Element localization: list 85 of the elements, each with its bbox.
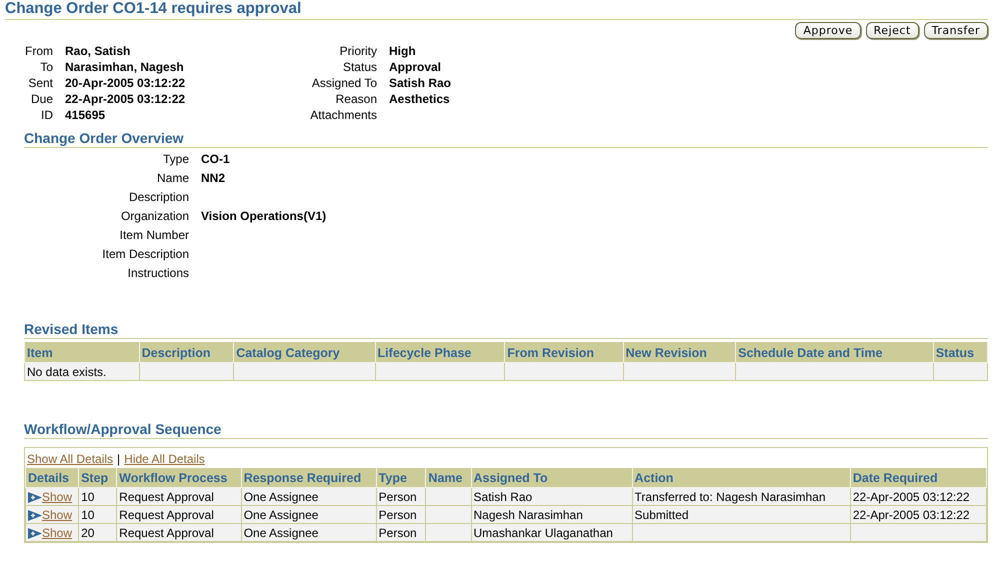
field-label: Item Number xyxy=(118,227,189,244)
table-cell: Person xyxy=(376,488,426,506)
field-value: 22-Apr-2005 03:12:22 xyxy=(65,91,186,107)
field-label: Item Description xyxy=(101,246,189,263)
expand-arrow-icon[interactable] xyxy=(28,510,42,521)
field-value: Rao, Satish xyxy=(65,43,132,59)
field-label: Priority xyxy=(338,43,377,59)
field-value: Satish Rao xyxy=(389,75,452,91)
empty-message: No data exists. xyxy=(24,362,140,380)
table-cell: 22-Apr-2005 03:12:22 xyxy=(850,506,986,524)
column-header: Schedule Date and Time xyxy=(736,342,934,362)
field-value: Aesthetics xyxy=(389,91,451,107)
field-value: Narasimhan, Nagesh xyxy=(65,59,185,75)
column-header: Action xyxy=(632,468,850,488)
table-cell: Transferred to: Nagesh Narasimhan xyxy=(632,488,850,506)
column-header: New Revision xyxy=(623,342,736,362)
field-label: Status xyxy=(342,59,377,75)
action-button[interactable]: Transfer xyxy=(924,22,988,39)
table-cell: 20 xyxy=(78,524,117,542)
show-link[interactable]: Show xyxy=(42,508,72,522)
table-cell xyxy=(426,506,472,524)
column-header: Step xyxy=(78,468,117,488)
field-label: Organization xyxy=(120,208,189,225)
table-cell: Nagesh Narasimhan xyxy=(471,506,632,524)
table-cell: 10 xyxy=(78,506,117,524)
column-header: Workflow Process xyxy=(116,468,242,488)
field-value: 415695 xyxy=(65,107,106,123)
table-cell: Request Approval xyxy=(116,506,242,524)
details-link[interactable]: Show All Details xyxy=(27,452,114,467)
details-link[interactable]: Hide All Details xyxy=(124,452,205,467)
table-cell: Umashankar Ulaganathan xyxy=(471,524,632,542)
table-cell: Submitted xyxy=(632,506,850,524)
field-label: Sent xyxy=(27,75,53,91)
column-header: From Revision xyxy=(504,342,624,362)
section-title: Change Order Overview xyxy=(24,130,988,148)
table-cell: One Assignee xyxy=(241,488,376,506)
table-cell xyxy=(426,488,472,506)
field-value: Approval xyxy=(389,59,442,75)
field-value: NN2 xyxy=(201,170,226,187)
show-link[interactable]: Show xyxy=(42,526,72,540)
field-label: Type xyxy=(162,151,189,168)
field-value: Vision Operations(V1) xyxy=(201,208,328,225)
field-label: Instructions xyxy=(126,265,189,282)
field-value: 20-Apr-2005 03:12:22 xyxy=(65,75,186,91)
field-label: Reason xyxy=(334,91,377,107)
table-cell: One Assignee xyxy=(241,506,376,524)
table-cell: Request Approval xyxy=(116,524,242,542)
column-header: Status xyxy=(933,342,988,362)
column-header: Assigned To xyxy=(471,468,632,488)
field-label: Description xyxy=(128,189,189,206)
column-header: Type xyxy=(376,468,426,488)
table-cell: Satish Rao xyxy=(471,488,632,506)
expand-arrow-icon[interactable] xyxy=(28,492,42,503)
link-separator: | xyxy=(117,452,120,467)
field-label: ID xyxy=(40,107,53,123)
page-title: Change Order CO1-14 requires approval xyxy=(5,0,988,20)
action-button[interactable]: Approve xyxy=(795,22,861,39)
column-header: Item xyxy=(24,342,140,362)
table-cell: One Assignee xyxy=(241,524,376,542)
table-cell: Person xyxy=(376,506,426,524)
show-link[interactable]: Show xyxy=(42,490,72,504)
table-cell: 10 xyxy=(78,488,117,506)
field-label: Due xyxy=(30,91,53,107)
expand-arrow-icon[interactable] xyxy=(28,528,42,539)
column-header: Lifecycle Phase xyxy=(375,342,505,362)
field-value: CO-1 xyxy=(201,151,231,168)
table-cell: Person xyxy=(376,524,426,542)
column-header: Catalog Category xyxy=(234,342,376,362)
column-header: Details xyxy=(26,468,79,488)
field-label: Assigned To xyxy=(310,75,377,91)
field-label: From xyxy=(24,43,53,59)
column-header: Date Required xyxy=(850,468,986,488)
section-title: Revised Items xyxy=(24,321,988,339)
column-header: Description xyxy=(139,342,234,362)
section-title: Workflow/Approval Sequence xyxy=(24,421,988,439)
field-label: Attachments xyxy=(309,107,377,123)
action-button[interactable]: Reject xyxy=(866,22,919,39)
column-header: Name xyxy=(426,468,472,488)
column-header: Response Required xyxy=(241,468,376,488)
table-cell xyxy=(933,362,988,380)
field-label: Name xyxy=(156,170,189,187)
table-cell: 22-Apr-2005 03:12:22 xyxy=(850,488,986,506)
field-value: High xyxy=(389,43,417,59)
field-label: To xyxy=(39,59,53,75)
table-cell: Request Approval xyxy=(116,488,242,506)
